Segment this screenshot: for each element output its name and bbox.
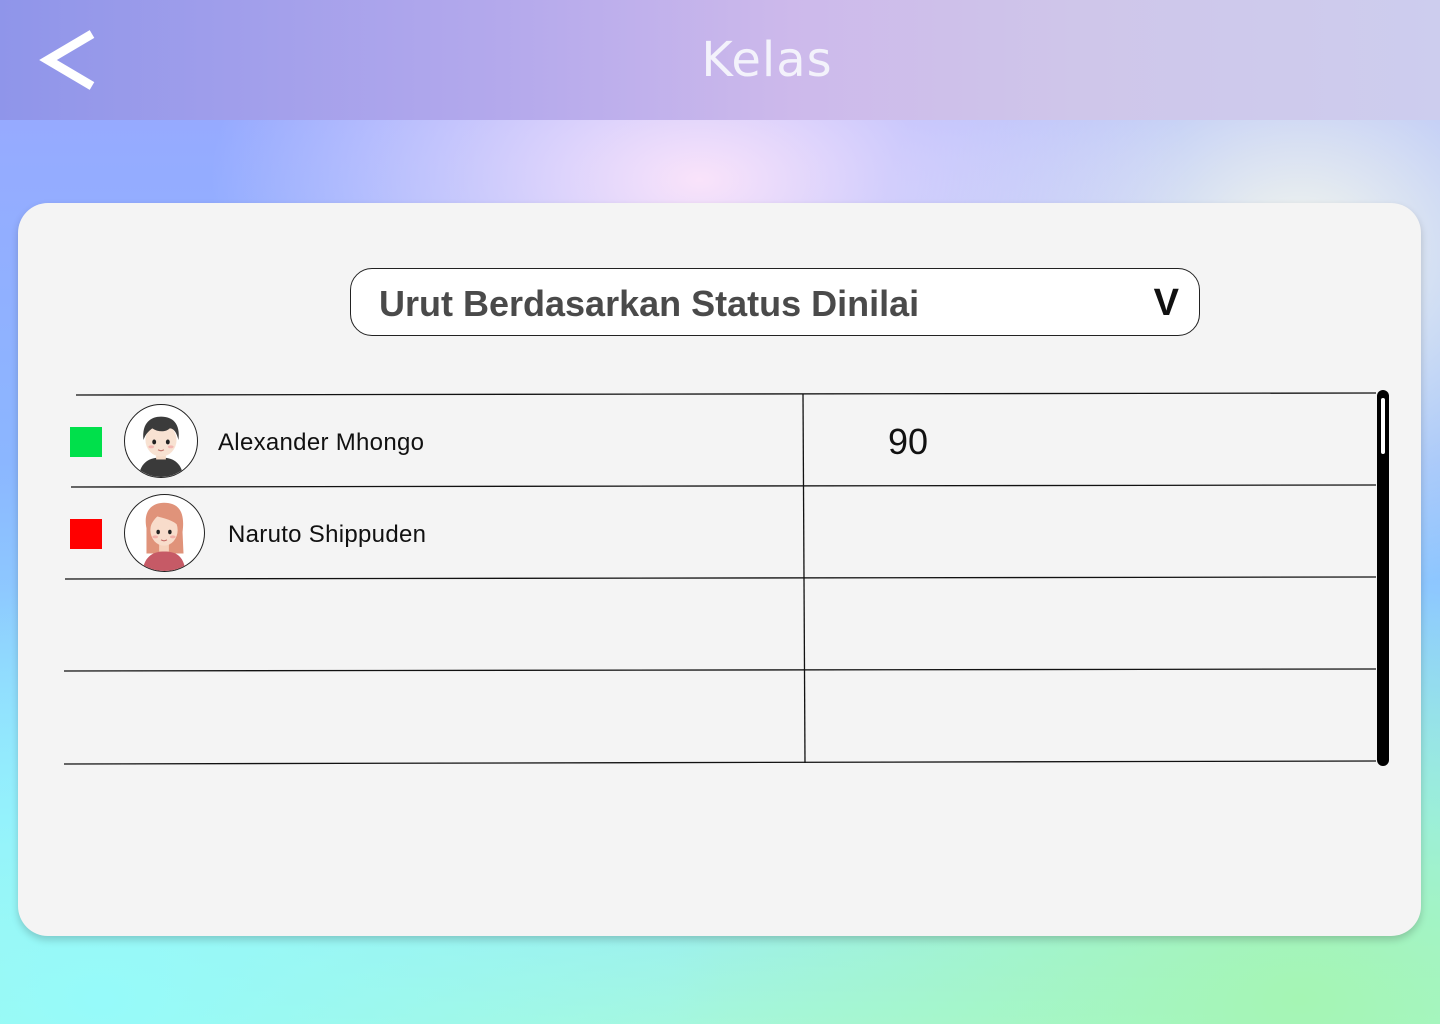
student-name: Alexander Mhongo — [218, 429, 425, 456]
table-row-empty — [64, 671, 1374, 761]
sort-dropdown[interactable]: Urut Berdasarkan Status Dinilai V — [350, 268, 1200, 336]
student-name: Naruto Shippuden — [228, 521, 427, 548]
table-scrollbar[interactable] — [1377, 390, 1389, 766]
student-score: 90 — [888, 421, 929, 462]
student-list-card: Urut Berdasarkan Status Dinilai V Alexan… — [18, 203, 1421, 936]
status-graded-indicator — [70, 427, 102, 457]
sort-dropdown-label: Urut Berdasarkan Status Dinilai — [379, 283, 920, 324]
chevron-down-icon: V — [1153, 282, 1179, 324]
boy-avatar-icon — [124, 404, 198, 478]
status-ungraded-indicator — [70, 519, 102, 549]
table-row[interactable]: Naruto Shippuden — [64, 487, 1374, 577]
scrollbar-thumb[interactable] — [1381, 398, 1385, 454]
top-bar: Kelas — [0, 0, 1440, 120]
girl-avatar-icon — [124, 494, 205, 572]
page-title: Kelas — [701, 32, 833, 88]
table-row[interactable]: Alexander Mhongo 90 — [64, 395, 1374, 485]
table-row-empty — [64, 579, 1374, 669]
